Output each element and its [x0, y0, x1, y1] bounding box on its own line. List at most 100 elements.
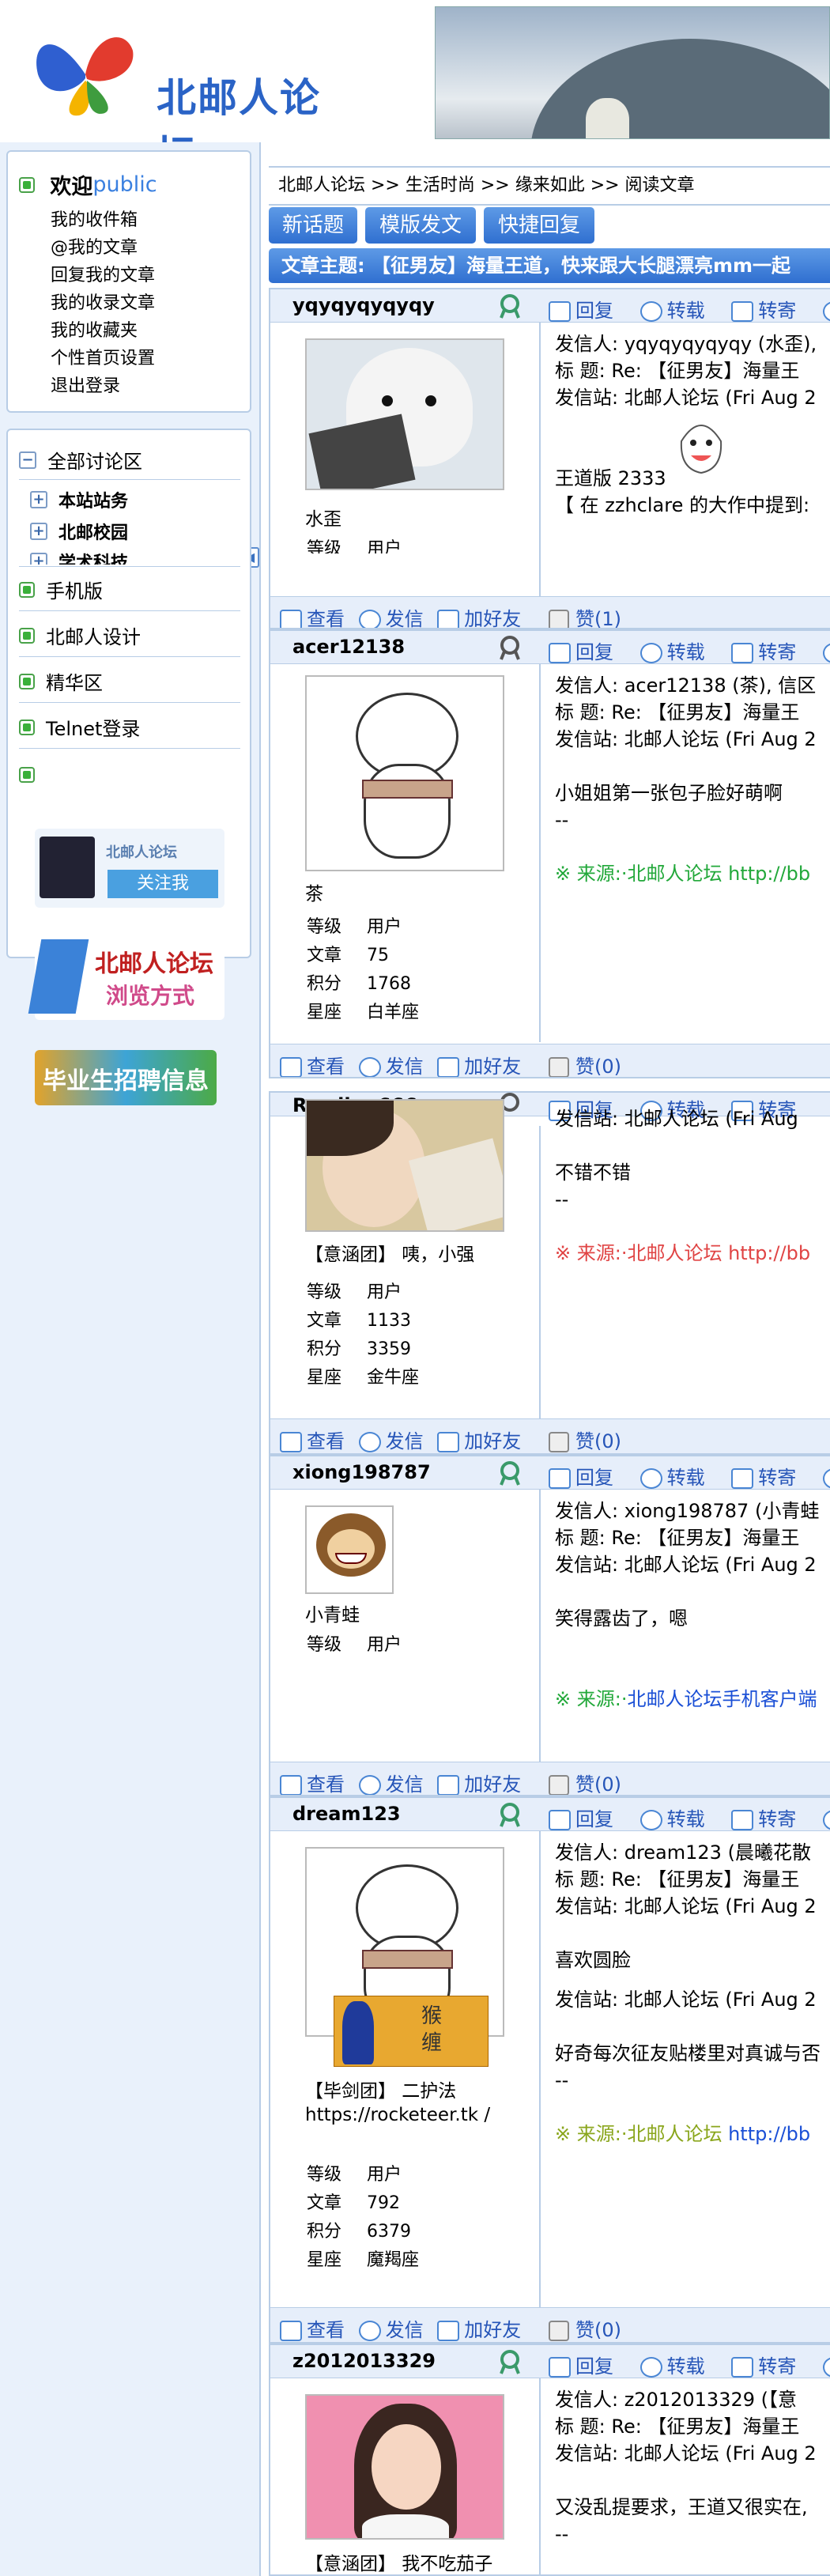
monitor-icon	[280, 1057, 302, 1077]
thumbs-up-icon	[549, 1775, 569, 1795]
forward-action[interactable]: 转载	[639, 1467, 705, 1489]
expand-icon: +	[30, 523, 47, 540]
board-site-affairs[interactable]: + 本站站务	[30, 487, 128, 512]
menu-design[interactable]: 北邮人设计	[19, 621, 141, 649]
avatar[interactable]	[305, 2394, 504, 2540]
post-source[interactable]: ※ 来源:·北邮人论坛 http://bb	[555, 1240, 830, 1267]
search-action[interactable]	[822, 2355, 830, 2378]
search-action[interactable]	[822, 300, 830, 322]
post-author[interactable]: dream123	[292, 1803, 401, 1825]
username: public	[92, 172, 157, 197]
view-profile-action[interactable]: 查看	[280, 1773, 345, 1795]
reply-action[interactable]: 回复	[549, 1808, 613, 1830]
plus-icon	[437, 1057, 460, 1077]
send-action[interactable]: 转寄	[731, 1808, 796, 1830]
add-friend-action[interactable]: 加好友	[437, 2319, 521, 2341]
post-source[interactable]: ※ 来源:·北邮人论坛 http://bb	[555, 860, 830, 887]
message-action[interactable]: 发信	[358, 1430, 424, 1452]
post-author[interactable]: z2012013329	[292, 2350, 436, 2372]
reply-action[interactable]: 回复	[549, 1467, 613, 1489]
breadcrumb[interactable]: 北邮人论坛 >> 生活时尚 >> 缘来如此 >> 阅读文章	[269, 166, 830, 206]
message-action[interactable]: 发信	[358, 2319, 424, 2341]
avatar[interactable]	[305, 1099, 504, 1232]
post-source[interactable]: ※ 来源:·北邮人论坛 http://bb	[555, 2121, 830, 2147]
message-action[interactable]: 发信	[358, 1056, 424, 1077]
like-button[interactable]: 赞(0)	[549, 1426, 621, 1453]
like-button[interactable]: 赞(0)	[549, 1051, 621, 1077]
avatar[interactable]	[305, 675, 504, 871]
board-campus[interactable]: + 北邮校园	[30, 519, 128, 544]
like-button[interactable]: 赞(1)	[549, 603, 621, 628]
reply-action[interactable]: 回复	[549, 2355, 613, 2378]
reply-action[interactable]: 回复	[549, 641, 613, 663]
forward-action[interactable]: 转载	[639, 2355, 705, 2378]
monitor-icon	[280, 1775, 302, 1795]
new-topic-button[interactable]: 新话题	[269, 207, 357, 244]
link-replies[interactable]: 回复我的文章	[51, 261, 155, 286]
user-stats: 等级 用户 文章 75 积分 1768 星座 白羊座	[307, 917, 420, 1022]
add-friend-action[interactable]: 加好友	[437, 608, 521, 628]
forward-action[interactable]: 转载	[639, 641, 705, 663]
user-nickname: 茶	[305, 884, 323, 905]
link-favorites[interactable]: 我的收藏夹	[51, 316, 138, 342]
link-logout[interactable]: 退出登录	[51, 372, 120, 397]
reply-action[interactable]: 回复	[549, 300, 613, 322]
post-actions: 回复 转载 转寄	[549, 636, 830, 664]
view-profile-action[interactable]: 查看	[280, 2319, 345, 2341]
search-icon	[822, 301, 830, 322]
promo-browse-mode[interactable]: 北邮人论坛 浏览方式	[28, 933, 224, 1020]
post-header: xiong198787 回复 转载 转寄	[270, 1456, 830, 1490]
add-friend-action[interactable]: 加好友	[437, 1430, 521, 1452]
post-author[interactable]: acer12138	[292, 636, 405, 658]
post-author[interactable]: yqyqyqyqyqy	[292, 294, 435, 316]
chat-icon	[358, 1057, 381, 1077]
thumbs-up-icon	[549, 610, 569, 628]
post: xiong198787 回复 转载 转寄 小青蛙 等级 用户 发信人: xiong…	[269, 1455, 830, 1796]
post-actions: 回复 转载 转寄	[549, 1462, 830, 1490]
all-boards[interactable]: − 全部讨论区	[19, 446, 142, 474]
expand-icon: +	[30, 553, 47, 565]
view-profile-action[interactable]: 查看	[280, 1056, 345, 1077]
avatar[interactable]	[305, 1505, 394, 1594]
forward-action[interactable]: 转载	[639, 1808, 705, 1830]
promo-follow[interactable]: 北邮人论坛 关注我	[35, 829, 224, 908]
board-label: 学术科技	[58, 553, 129, 565]
like-button[interactable]: 赞(0)	[549, 2314, 621, 2342]
link-collected[interactable]: 我的收录文章	[51, 289, 155, 314]
send-action[interactable]: 转寄	[731, 641, 796, 663]
send-icon	[731, 643, 754, 663]
link-home-settings[interactable]: 个性首页设置	[51, 344, 155, 369]
search-action[interactable]	[822, 1467, 830, 1489]
forward-action[interactable]: 转载	[639, 300, 705, 322]
site-logo[interactable]: 北邮人论坛	[30, 19, 323, 178]
post-source[interactable]: ※ 来源:·北邮人论坛手机客户端	[555, 1686, 830, 1713]
add-friend-action[interactable]: 加好友	[437, 1773, 521, 1795]
board-academic[interactable]: + 学术科技	[30, 549, 128, 565]
post-body: 发信人: dream123 (晨曦花散 标 题: Re: 【征男友】海量王 发信…	[555, 1839, 830, 2147]
menu-telnet[interactable]: Telnet登录	[19, 713, 140, 741]
send-action[interactable]: 转寄	[731, 2355, 796, 2378]
message-action[interactable]: 发信	[358, 608, 424, 628]
view-profile-action[interactable]: 查看	[280, 1430, 345, 1452]
link-mentions[interactable]: @我的文章	[51, 233, 138, 259]
add-friend-action[interactable]: 加好友	[437, 1056, 521, 1077]
post-author[interactable]: xiong198787	[292, 1461, 431, 1483]
post-footer: 查看 发信 加好友 赞(0)	[270, 1762, 830, 1795]
promo-job-info[interactable]: 毕业生招聘信息	[35, 1036, 224, 1123]
menu-mobile[interactable]: 手机版	[19, 576, 103, 603]
avatar[interactable]	[305, 338, 504, 490]
menu-digest[interactable]: 精华区	[19, 667, 103, 695]
forward-icon	[639, 1810, 662, 1830]
message-action[interactable]: 发信	[358, 1773, 424, 1795]
send-action[interactable]: 转寄	[731, 300, 796, 322]
search-action[interactable]	[822, 641, 830, 663]
view-profile-action[interactable]: 查看	[280, 608, 345, 628]
like-button[interactable]: 赞(0)	[549, 1769, 621, 1795]
link-inbox[interactable]: 我的收件箱	[51, 206, 138, 231]
send-action[interactable]: 转寄	[731, 1467, 796, 1489]
search-action[interactable]	[822, 1808, 830, 1830]
medal-icon	[500, 2350, 520, 2374]
header-banner-image	[435, 6, 830, 139]
template-post-button[interactable]: 模版发文	[365, 207, 476, 244]
quick-reply-button[interactable]: 快捷回复	[484, 207, 594, 244]
